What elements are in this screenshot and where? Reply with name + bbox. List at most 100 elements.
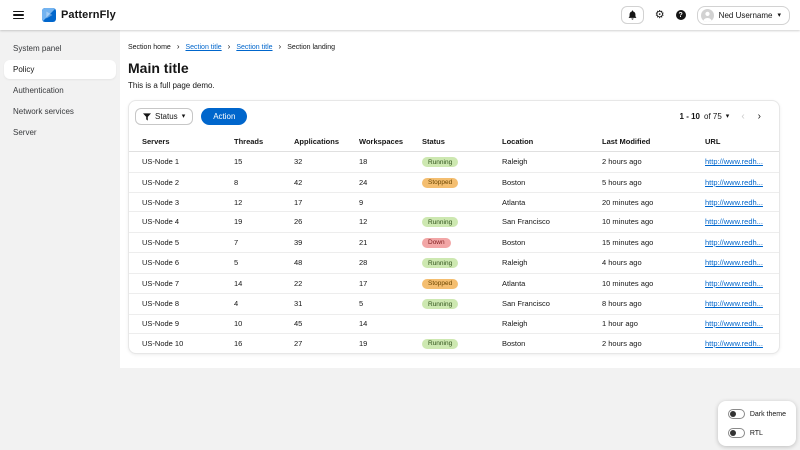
cell: 42: [288, 172, 353, 193]
cell: 2 hours ago: [596, 152, 699, 173]
url-link[interactable]: http://www.redh...: [705, 299, 763, 308]
table-row: US-Node 10162719RunningBoston2 hours ago…: [129, 333, 779, 353]
cell: 10: [228, 314, 288, 333]
url-link[interactable]: http://www.redh...: [705, 157, 763, 166]
switch-control[interactable]: [728, 409, 745, 419]
url-cell: http://www.redh...: [699, 253, 779, 274]
cell: 8 hours ago: [596, 294, 699, 315]
servers-table: ServersThreadsApplicationsWorkspacesStat…: [129, 132, 779, 353]
breadcrumb-item[interactable]: Section title: [236, 44, 272, 51]
help-button[interactable]: ?: [676, 10, 686, 20]
user-menu[interactable]: Ned Username ▾: [697, 6, 790, 25]
sidebar-item-authentication[interactable]: Authentication: [4, 81, 116, 100]
cell: Boston: [496, 333, 596, 353]
url-link[interactable]: http://www.redh...: [705, 238, 763, 247]
url-link[interactable]: http://www.redh...: [705, 178, 763, 187]
url-link[interactable]: http://www.redh...: [705, 319, 763, 328]
breadcrumb-item: Section home: [128, 44, 171, 51]
notifications-button[interactable]: [621, 6, 644, 24]
table-row: US-Node 4192612RunningSan Francisco10 mi…: [129, 212, 779, 233]
pagination-total: of 75: [704, 112, 722, 121]
breadcrumb-item[interactable]: Section title: [185, 44, 221, 51]
settings-button[interactable]: ⚙: [655, 10, 665, 21]
filter-icon: [143, 113, 151, 121]
cell: Raleigh: [496, 152, 596, 173]
column-header-url: URL: [699, 132, 779, 152]
hamburger-menu-icon[interactable]: [10, 8, 27, 23]
masthead: PatternFly ⚙ ? Ned Username ▾: [0, 0, 800, 30]
table-row: US-Node 654828RunningRaleigh4 hours agoh…: [129, 253, 779, 274]
cell: 20 minutes ago: [596, 193, 699, 212]
cell: 22: [288, 273, 353, 294]
url-link[interactable]: http://www.redh...: [705, 279, 763, 288]
status-cell: [416, 314, 496, 333]
pagination-prev-button[interactable]: ‹: [736, 110, 749, 124]
url-link[interactable]: http://www.redh...: [705, 339, 763, 348]
breadcrumb-item: Section landing: [287, 44, 335, 51]
cell: 18: [353, 152, 416, 173]
help-icon: ?: [676, 10, 686, 20]
breadcrumb-separator-icon: ›: [177, 43, 180, 51]
cell: US-Node 8: [129, 294, 228, 315]
table-row: US-Node 312179Atlanta20 minutes agohttp:…: [129, 193, 779, 212]
cell: 10 minutes ago: [596, 273, 699, 294]
main-content: Section home › Section title › Section title…: [120, 30, 800, 368]
pagination-menu-toggle[interactable]: 1 - 10 of 75 ▾: [676, 110, 734, 123]
cell: 32: [288, 152, 353, 173]
cell: 16: [228, 333, 288, 353]
sidebar-item-server[interactable]: Server: [4, 123, 116, 142]
cell: 39: [288, 232, 353, 253]
breadcrumb-separator-icon: ›: [228, 43, 231, 51]
cell: 24: [353, 172, 416, 193]
url-cell: http://www.redh...: [699, 314, 779, 333]
toggle-rtl[interactable]: RTL: [728, 428, 786, 438]
chevron-down-icon: ▾: [777, 12, 781, 19]
url-cell: http://www.redh...: [699, 193, 779, 212]
column-header-servers: Servers: [129, 132, 228, 152]
cell: 7: [228, 232, 288, 253]
cell: 5 hours ago: [596, 172, 699, 193]
cell: Boston: [496, 172, 596, 193]
status-badge: Running: [422, 217, 458, 227]
cell: 48: [288, 253, 353, 274]
toggle-label: Dark theme: [750, 411, 786, 418]
url-cell: http://www.redh...: [699, 152, 779, 173]
table-row: US-Node 284224StoppedBoston5 hours agoht…: [129, 172, 779, 193]
status-badge: Running: [422, 299, 458, 309]
status-badge: Running: [422, 258, 458, 268]
cell: San Francisco: [496, 212, 596, 233]
cell: US-Node 5: [129, 232, 228, 253]
table-row: US-Node 573921DownBoston15 minutes agoht…: [129, 232, 779, 253]
table-body: US-Node 1153218RunningRaleigh2 hours ago…: [129, 152, 779, 354]
cell: 27: [288, 333, 353, 353]
cell: 4: [228, 294, 288, 315]
cell: Raleigh: [496, 253, 596, 274]
theme-panel: Dark theme RTL: [718, 401, 796, 446]
pagination-next-button[interactable]: ›: [753, 110, 766, 124]
cell: 45: [288, 314, 353, 333]
cell: US-Node 6: [129, 253, 228, 274]
cell: 5: [228, 253, 288, 274]
status-badge: Down: [422, 238, 451, 248]
url-link[interactable]: http://www.redh...: [705, 198, 763, 207]
switch-control[interactable]: [728, 428, 745, 438]
breadcrumb-separator-icon: ›: [279, 43, 282, 51]
status-cell: Running: [416, 253, 496, 274]
sidebar-item-network-services[interactable]: Network services: [4, 102, 116, 121]
url-link[interactable]: http://www.redh...: [705, 217, 763, 226]
patternfly-logo-icon: [42, 8, 56, 22]
status-filter-dropdown[interactable]: Status ▾: [135, 108, 193, 125]
table-header-row: ServersThreadsApplicationsWorkspacesStat…: [129, 132, 779, 152]
url-link[interactable]: http://www.redh...: [705, 258, 763, 267]
sidebar-item-policy[interactable]: Policy: [4, 60, 116, 79]
status-cell: Down: [416, 232, 496, 253]
sidebar-item-system-panel[interactable]: System panel: [4, 39, 116, 58]
table-row: US-Node 84315RunningSan Francisco8 hours…: [129, 294, 779, 315]
action-button[interactable]: Action: [201, 108, 247, 125]
cell: 31: [288, 294, 353, 315]
status-badge: Running: [422, 339, 458, 349]
status-cell: Running: [416, 333, 496, 353]
cell: 15 minutes ago: [596, 232, 699, 253]
chevron-down-icon: ▾: [182, 113, 186, 120]
toggle-dark-theme[interactable]: Dark theme: [728, 409, 786, 419]
